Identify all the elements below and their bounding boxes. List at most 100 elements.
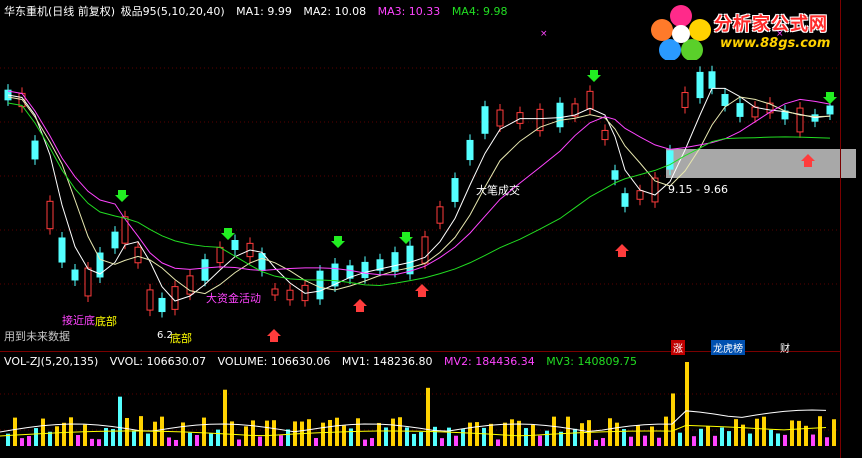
volume-bar [797, 420, 801, 446]
volume-bar [692, 436, 696, 446]
volume-bar [244, 426, 248, 446]
volume-bar [643, 435, 647, 446]
candle-body [258, 253, 266, 271]
mv3-value: MV3: 140809.75 [546, 355, 637, 368]
ma2-value: MA2: 10.08 [303, 5, 367, 18]
volume-bar [34, 428, 38, 446]
candle-body [636, 190, 644, 200]
volume-bar [27, 436, 31, 446]
volume-bar [825, 437, 829, 446]
volume-bar [377, 422, 381, 446]
big-trade-label: 大笔成交 [476, 184, 520, 197]
accept-label: 接近底 [62, 314, 95, 327]
candle-body [216, 246, 224, 264]
volume-bar [832, 419, 836, 446]
volume-bar [13, 417, 17, 446]
indicator-name: 极品95(5,10,20,40) [120, 5, 225, 18]
price-panel-header: 华东重机(日线 前复权) 极品95(5,10,20,40) MA1: 9.99 … [4, 5, 516, 19]
x-marker-icon: × [540, 29, 548, 39]
candle-body [361, 261, 369, 279]
volume-bar [818, 416, 822, 446]
longhu-badge[interactable]: 龙虎榜 [711, 340, 745, 355]
candle-body [516, 112, 524, 124]
volume-bar [321, 422, 325, 446]
volume-bar [769, 429, 773, 446]
volume-bar [671, 393, 675, 446]
volume-bar [615, 422, 619, 446]
volume-bar [811, 434, 815, 446]
cai-badge[interactable]: 财 [780, 340, 790, 355]
range-label: 9.15 - 9.66 [668, 183, 728, 196]
candle-body [158, 297, 166, 313]
candle-body [611, 170, 619, 180]
volume-bar [517, 420, 521, 446]
volume-bar [503, 422, 507, 446]
candle-body [796, 107, 804, 133]
bottom-label-2: 底部 [170, 332, 192, 345]
volume-bar [272, 420, 276, 446]
candle-body [826, 105, 834, 115]
volume-bar [48, 431, 52, 446]
volume-bar [125, 418, 129, 446]
volume-bar [69, 417, 73, 446]
kline-chart[interactable]: × × [0, 0, 862, 458]
candle-body [681, 92, 689, 108]
volume-bar [755, 418, 759, 446]
candle-body [58, 237, 66, 263]
candle-body [451, 178, 459, 202]
volume-bar [76, 435, 80, 446]
big-money-label: 大资金活动 [206, 292, 261, 305]
volume-bar [405, 427, 409, 446]
volume-bar [475, 422, 479, 446]
volume-bar [776, 433, 780, 446]
volume-bar [279, 435, 283, 446]
volume-bar [678, 432, 682, 446]
volume-bar [356, 418, 360, 446]
chart-stage[interactable]: × × 华东重机(日线 前复权) 极品95(5,10,20,40) MA1: 9.… [0, 0, 862, 458]
volume-bar [587, 420, 591, 446]
candle-body [466, 139, 474, 161]
volume-bar [132, 430, 136, 446]
candle-body [111, 231, 119, 249]
up-arrow-icon [415, 284, 429, 297]
bottom-label-1: 底部 [95, 315, 117, 328]
future-data-label: 用到未来数据 [4, 330, 70, 343]
mv2-value: MV2: 184436.34 [444, 355, 535, 368]
low-value-label: 6.2 [157, 330, 173, 341]
volume-bar [251, 420, 255, 446]
volume-bar [342, 425, 346, 446]
volume-bar [258, 436, 262, 446]
volume-bar [195, 434, 199, 446]
volume-bar [90, 438, 94, 446]
candle-body [556, 102, 564, 128]
volume-bar [83, 424, 87, 446]
volume-bar [167, 437, 171, 446]
flower-icon [651, 5, 711, 60]
volume-bar [370, 438, 374, 446]
volume-bar [265, 420, 269, 446]
volume-bar [545, 430, 549, 446]
volume-bar [734, 419, 738, 446]
volume-bar [573, 428, 577, 446]
volume-bar [727, 431, 731, 446]
volume-bar [230, 421, 234, 446]
ma1-value: MA1: 9.99 [236, 5, 292, 18]
candle-body [271, 288, 279, 296]
candle-body [436, 206, 444, 224]
volume-bar [650, 426, 654, 446]
volume-bar [566, 416, 570, 446]
candle-body [134, 246, 142, 264]
candle-body [286, 289, 294, 301]
volume-bar [433, 426, 437, 446]
volume-bar [202, 417, 206, 446]
volume-bar [153, 421, 157, 446]
volume-bar [482, 427, 486, 446]
zhang-badge[interactable]: 涨 [671, 340, 685, 355]
volume-bar [419, 432, 423, 446]
volume-bar [307, 419, 311, 446]
candle-body [586, 90, 594, 110]
candle-body [751, 106, 759, 118]
volume-bar [601, 438, 605, 446]
candle-body [736, 103, 744, 117]
candle-body [201, 259, 209, 281]
